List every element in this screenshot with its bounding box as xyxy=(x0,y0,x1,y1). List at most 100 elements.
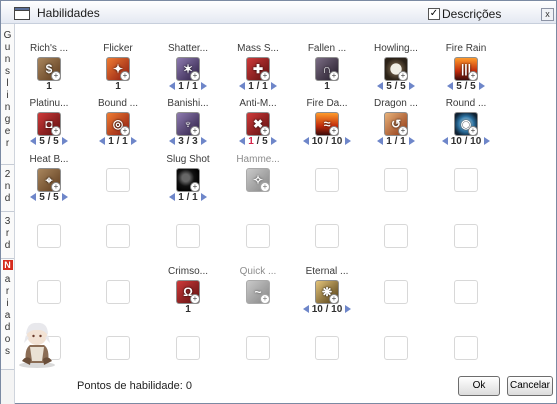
empty-skill-slot xyxy=(361,312,431,368)
slug-shot-icon[interactable]: + xyxy=(176,168,200,192)
skill-name: Fallen ... xyxy=(307,43,347,54)
empty-skill-slot xyxy=(83,256,153,312)
skill-name: Howling... xyxy=(374,43,418,54)
dragon-tail-icon[interactable]: ↺ + xyxy=(384,112,408,136)
character-avatar xyxy=(19,322,55,368)
skill-name: Flicker xyxy=(103,43,133,54)
quick-dodge-icon[interactable]: ~ + xyxy=(246,280,270,304)
empty-slot-box xyxy=(176,336,200,360)
heat-barrel-icon[interactable]: ⌖ + xyxy=(37,168,61,192)
skill-name: Anti-M... xyxy=(239,98,277,109)
banishing-buster-icon[interactable]: ♆ + xyxy=(176,112,200,136)
empty-slot-box xyxy=(106,280,130,304)
plus-icon: + xyxy=(120,126,129,135)
empty-slot-box xyxy=(454,224,478,248)
title-bar[interactable]: Habilidades ✓ Descrições x xyxy=(1,1,556,24)
plus-icon: + xyxy=(260,71,269,80)
empty-slot-box xyxy=(384,280,408,304)
tab-gunslinger[interactable]: Gunslinger xyxy=(1,24,14,165)
fire-rain-icon[interactable]: ||| + xyxy=(454,57,478,81)
skill-slot: Shatter... ✶ +1 / 1 xyxy=(153,33,223,92)
empty-skill-slot xyxy=(14,256,84,312)
skill-name: Heat B... xyxy=(29,154,69,165)
empty-slot-box xyxy=(37,224,61,248)
skill-slot: Heat B... ⌖ +5 / 5 xyxy=(14,144,84,203)
descriptions-label: Descrições xyxy=(442,7,502,21)
hammer-icon[interactable]: ✧ + xyxy=(246,168,270,192)
ok-button[interactable]: Ok xyxy=(458,376,500,396)
empty-skill-slot xyxy=(223,200,293,256)
tab-variados[interactable]: N ariados xyxy=(1,259,14,370)
bound-trap-icon[interactable]: ◎ + xyxy=(106,112,130,136)
empty-skill-slot xyxy=(153,200,223,256)
skill-name: Banishi... xyxy=(167,98,209,109)
skill-slot: Round ... ◉ +10 / 10 xyxy=(431,88,501,147)
tab-3rd[interactable]: 3rd xyxy=(1,212,14,259)
close-button[interactable]: x xyxy=(541,8,554,21)
tab-3rd-label: 3rd xyxy=(2,216,13,252)
skill-name: Shatter... xyxy=(167,43,209,54)
skill-slot: Hamme... ✧ + xyxy=(223,144,293,200)
empty-slot-box xyxy=(106,336,130,360)
empty-slot-box xyxy=(454,168,478,192)
skill-slot: Slug Shot +1 / 1 xyxy=(153,144,223,203)
skill-slot: Flicker ✦ +1 xyxy=(83,33,153,92)
skill-slot: Fire Da... ≈ +10 / 10 xyxy=(292,88,362,147)
window-icon xyxy=(14,7,30,20)
tab-variados-label: ariados xyxy=(2,274,13,358)
plus-icon: + xyxy=(398,126,407,135)
empty-skill-slot xyxy=(361,256,431,312)
skill-name: Dragon ... xyxy=(374,98,418,109)
crimson-marker-icon[interactable]: Ω + xyxy=(176,280,200,304)
plus-icon: + xyxy=(260,182,269,191)
round-trip-icon[interactable]: ◉ + xyxy=(454,112,478,136)
empty-slot-box xyxy=(106,224,130,248)
skill-slot: Mass S... ✚ +1 / 1 xyxy=(223,33,293,92)
empty-skill-slot xyxy=(83,312,153,368)
skill-name: Platinu... xyxy=(29,98,69,109)
platinum-altar-icon[interactable]: ◘ + xyxy=(37,112,61,136)
shatter-icon[interactable]: ✶ + xyxy=(176,57,200,81)
skill-slot: Fallen ... ∩ +1 xyxy=(292,33,362,92)
plus-icon: + xyxy=(190,71,199,80)
window-title: Habilidades xyxy=(37,6,100,20)
mass-spiral-icon[interactable]: ✚ + xyxy=(246,57,270,81)
skill-slot: Bound ... ◎ +1 / 1 xyxy=(83,88,153,147)
plus-icon: + xyxy=(120,71,129,80)
skill-slot: Howling... +5 / 5 xyxy=(361,33,431,92)
skill-slot: Anti-M... ✖ +1 / 5 xyxy=(223,88,293,147)
plus-icon: + xyxy=(51,182,60,191)
plus-icon: + xyxy=(190,126,199,135)
tab-2nd[interactable]: 2nd xyxy=(1,165,14,212)
descriptions-checkbox[interactable]: ✓ xyxy=(428,8,440,20)
cancel-button[interactable]: Cancelar xyxy=(507,376,553,396)
new-badge: N xyxy=(2,260,13,270)
empty-skill-slot xyxy=(431,256,501,312)
fallen-angel-icon[interactable]: ∩ + xyxy=(315,57,339,81)
empty-slot-box xyxy=(106,168,130,192)
plus-icon: + xyxy=(329,294,338,303)
plus-icon: + xyxy=(260,294,269,303)
plus-icon: + xyxy=(260,126,269,135)
footer-bar: Pontos de habilidade: 0 Ok Cancelar xyxy=(15,369,555,403)
empty-skill-slot xyxy=(14,200,84,256)
anti-material-icon[interactable]: ✖ + xyxy=(246,112,270,136)
skill-slot: Quick ... ~ + xyxy=(223,256,293,312)
coin-bag-icon[interactable]: $ + xyxy=(37,57,61,81)
skill-name: Bound ... xyxy=(97,98,139,109)
empty-skill-slot xyxy=(361,200,431,256)
empty-skill-slot xyxy=(361,144,431,200)
clock-icon[interactable]: + xyxy=(384,57,408,81)
empty-slot-box xyxy=(384,224,408,248)
skill-name: Rich's ... xyxy=(29,43,69,54)
empty-slot-box xyxy=(384,336,408,360)
eternal-chain-icon[interactable]: ❋ + xyxy=(315,280,339,304)
skill-window: Habilidades ✓ Descrições x Gunslinger 2n… xyxy=(0,0,557,404)
empty-slot-box xyxy=(454,336,478,360)
empty-skill-slot xyxy=(292,200,362,256)
fire-dance-icon[interactable]: ≈ + xyxy=(315,112,339,136)
plus-icon: + xyxy=(190,182,199,191)
flame-flicker-icon[interactable]: ✦ + xyxy=(106,57,130,81)
skill-grid: Rich's ... $ +1 Flicker ✦ +1 Shatter... ✶ +1 / 1… xyxy=(15,24,556,364)
plus-icon: + xyxy=(329,71,338,80)
